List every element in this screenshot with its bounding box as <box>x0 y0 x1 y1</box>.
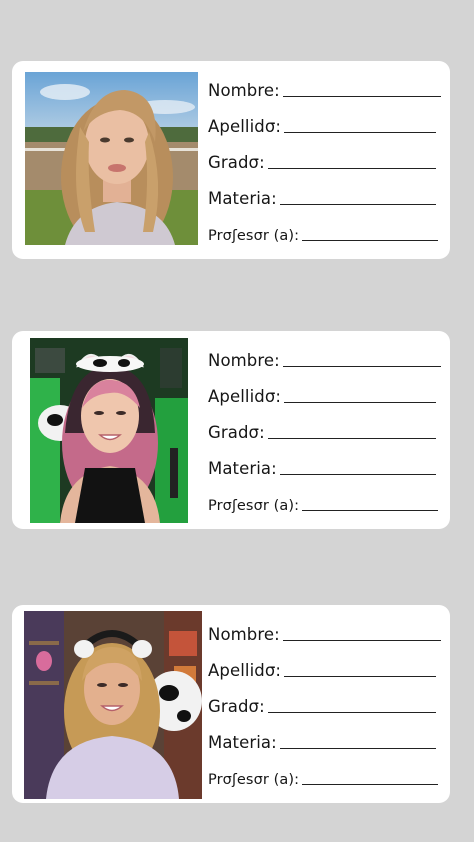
nombre-blank-line <box>282 96 441 97</box>
name-tag-card-3: Nombre: Apellidσ: Gradσ: Materia: Prσʃes… <box>12 605 450 803</box>
grado-blank-line <box>267 438 436 439</box>
name-tag-card-1: Nombre: Apellidσ: Gradσ: Materia: Prσʃes… <box>12 61 450 259</box>
materia-field: Materia: <box>208 187 436 207</box>
nombre-field: Nombre: <box>208 349 441 369</box>
materia-blank-line <box>279 204 436 205</box>
nombre-label: Nombre: <box>208 80 280 100</box>
materia-field: Materia: <box>208 457 436 477</box>
profesor-field: Prσʃesσr (a): <box>208 767 438 787</box>
materia-blank-line <box>279 474 436 475</box>
profesor-label: Prσʃesσr (a): <box>208 227 300 244</box>
profesor-field: Prσʃesσr (a): <box>208 493 438 513</box>
materia-label: Materia: <box>208 732 277 752</box>
materia-label: Materia: <box>208 458 277 478</box>
nombre-field: Nombre: <box>208 623 441 643</box>
name-tag-card-2: Nombre: Apellidσ: Gradσ: Materia: Prσʃes… <box>12 331 450 529</box>
apellido-label: Apellidσ: <box>208 116 282 136</box>
apellido-field: Apellidσ: <box>208 115 436 135</box>
grado-blank-line <box>267 168 436 169</box>
nombre-blank-line <box>282 366 441 367</box>
photo-3 <box>24 611 202 799</box>
grado-field: Gradσ: <box>208 695 436 715</box>
grado-label: Gradσ: <box>208 152 265 172</box>
grado-blank-line <box>267 712 436 713</box>
nombre-field: Nombre: <box>208 79 441 99</box>
apellido-blank-line <box>284 402 436 403</box>
nombre-label: Nombre: <box>208 350 280 370</box>
nombre-label: Nombre: <box>208 624 280 644</box>
profesor-label: Prσʃesσr (a): <box>208 771 300 788</box>
profesor-field: Prσʃesσr (a): <box>208 223 438 243</box>
photo-1 <box>25 72 198 245</box>
grado-label: Gradσ: <box>208 696 265 716</box>
apellido-label: Apellidσ: <box>208 386 282 406</box>
apellido-blank-line <box>284 676 436 677</box>
apellido-blank-line <box>284 132 436 133</box>
apellido-field: Apellidσ: <box>208 385 436 405</box>
materia-field: Materia: <box>208 731 436 751</box>
materia-label: Materia: <box>208 188 277 208</box>
profesor-blank-line <box>302 240 438 241</box>
grado-field: Gradσ: <box>208 421 436 441</box>
apellido-field: Apellidσ: <box>208 659 436 679</box>
materia-blank-line <box>279 748 436 749</box>
profesor-blank-line <box>302 510 438 511</box>
photo-2 <box>30 338 188 523</box>
nombre-blank-line <box>282 640 441 641</box>
profesor-blank-line <box>302 784 438 785</box>
profesor-label: Prσʃesσr (a): <box>208 497 300 514</box>
grado-field: Gradσ: <box>208 151 436 171</box>
apellido-label: Apellidσ: <box>208 660 282 680</box>
grado-label: Gradσ: <box>208 422 265 442</box>
